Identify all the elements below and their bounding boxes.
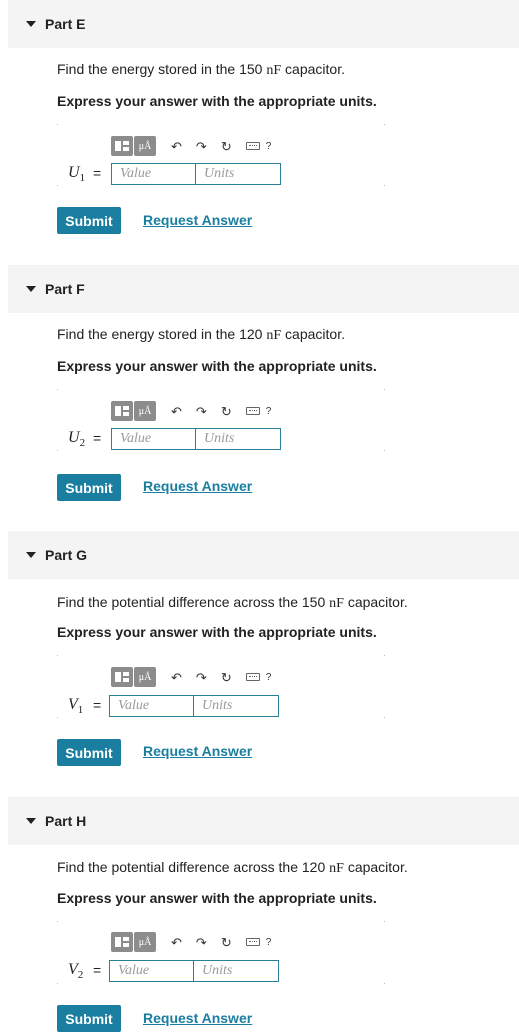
keyboard-icon[interactable] [245,142,260,150]
submit-button[interactable]: Submit [57,474,121,501]
templates-button[interactable] [111,401,133,421]
divider-dot [57,185,58,186]
templates-button[interactable] [111,667,133,687]
undo-icon[interactable]: ↶ [171,140,182,153]
help-button[interactable]: ? [266,141,272,152]
part-title: Part G [45,547,88,563]
redo-icon[interactable]: ↷ [196,405,207,418]
divider-dot [384,921,385,922]
divider-dot [384,655,385,656]
templates-icon [115,406,129,416]
caret-down-icon [26,552,36,558]
divider-dot [57,450,58,451]
units-input[interactable] [194,961,388,981]
submit-button[interactable]: Submit [57,739,121,766]
submit-button[interactable]: Submit [57,1005,121,1032]
units-input[interactable] [194,696,388,716]
undo-icon[interactable]: ↶ [171,671,182,684]
part-e-header[interactable]: Part E [8,0,519,48]
equals-sign: = [93,165,102,181]
part-title: Part H [45,813,87,829]
value-input[interactable] [112,164,196,184]
divider-dot [384,389,385,390]
answer-instruction: Express your answer with the appropriate… [57,624,377,640]
variable-label: U2 [68,429,86,450]
caret-down-icon [26,818,36,824]
help-button[interactable]: ? [266,937,272,948]
reset-icon[interactable]: ↻ [221,140,232,153]
help-button[interactable]: ? [266,406,272,417]
templates-icon [115,937,129,947]
redo-icon[interactable]: ↷ [196,936,207,949]
equals-sign: = [93,697,102,713]
redo-icon[interactable]: ↷ [196,140,207,153]
request-answer-link[interactable]: Request Answer [143,743,252,759]
request-answer-link[interactable]: Request Answer [143,478,252,494]
part-f-header[interactable]: Part F [8,265,519,313]
divider-dot [57,921,58,922]
divider-dot [57,389,58,390]
divider-dot [384,717,385,718]
units-input[interactable] [196,429,390,449]
keyboard-icon[interactable] [245,407,260,415]
request-answer-link[interactable]: Request Answer [143,212,252,228]
value-input[interactable] [110,961,194,981]
submit-button[interactable]: Submit [57,207,121,234]
answer-box [111,428,390,450]
undo-icon[interactable]: ↶ [171,936,182,949]
units-symbol-button[interactable]: μÅ [134,401,156,421]
templates-icon [115,141,129,151]
answer-box [111,163,390,185]
math-toolbar: μÅ ↶ ↷ ↻ ? [111,931,271,953]
question-text: Find the energy stored in the 120 nF cap… [57,326,345,343]
units-input[interactable] [196,164,390,184]
part-h-header[interactable]: Part H [8,797,519,845]
caret-down-icon [26,21,36,27]
divider-dot [57,124,58,125]
answer-box [109,960,388,982]
variable-label: V2 [68,961,84,982]
answer-instruction: Express your answer with the appropriate… [57,890,377,906]
part-g-header[interactable]: Part G [8,531,519,579]
divider-dot [57,983,58,984]
templates-icon [115,672,129,682]
math-toolbar: μÅ ↶ ↷ ↻ ? [111,666,271,688]
templates-button[interactable] [111,932,133,952]
question-text: Find the energy stored in the 150 nF cap… [57,61,345,78]
units-symbol-button[interactable]: μÅ [134,932,156,952]
part-title: Part F [45,281,85,297]
divider-dot [384,124,385,125]
divider-dot [384,450,385,451]
units-symbol-button[interactable]: μÅ [134,136,156,156]
reset-icon[interactable]: ↻ [221,671,232,684]
keyboard-icon[interactable] [245,673,260,681]
redo-icon[interactable]: ↷ [196,671,207,684]
question-text: Find the potential difference across the… [57,859,408,876]
divider-dot [384,185,385,186]
math-toolbar: μÅ ↶ ↷ ↻ ? [111,400,271,422]
value-input[interactable] [112,429,196,449]
templates-button[interactable] [111,136,133,156]
divider-dot [384,983,385,984]
divider-dot [57,655,58,656]
caret-down-icon [26,286,36,292]
reset-icon[interactable]: ↻ [221,405,232,418]
equals-sign: = [93,962,102,978]
keyboard-icon[interactable] [245,938,260,946]
part-title: Part E [45,16,86,32]
divider-dot [57,717,58,718]
units-symbol-button[interactable]: μÅ [134,667,156,687]
answer-instruction: Express your answer with the appropriate… [57,93,377,109]
reset-icon[interactable]: ↻ [221,936,232,949]
equals-sign: = [93,430,102,446]
answer-instruction: Express your answer with the appropriate… [57,358,377,374]
undo-icon[interactable]: ↶ [171,405,182,418]
variable-label: V1 [68,696,84,717]
math-toolbar: μÅ ↶ ↷ ↻ ? [111,135,271,157]
question-text: Find the potential difference across the… [57,594,408,611]
help-button[interactable]: ? [266,672,272,683]
variable-label: U1 [68,164,86,185]
value-input[interactable] [110,696,194,716]
answer-box [109,695,388,717]
